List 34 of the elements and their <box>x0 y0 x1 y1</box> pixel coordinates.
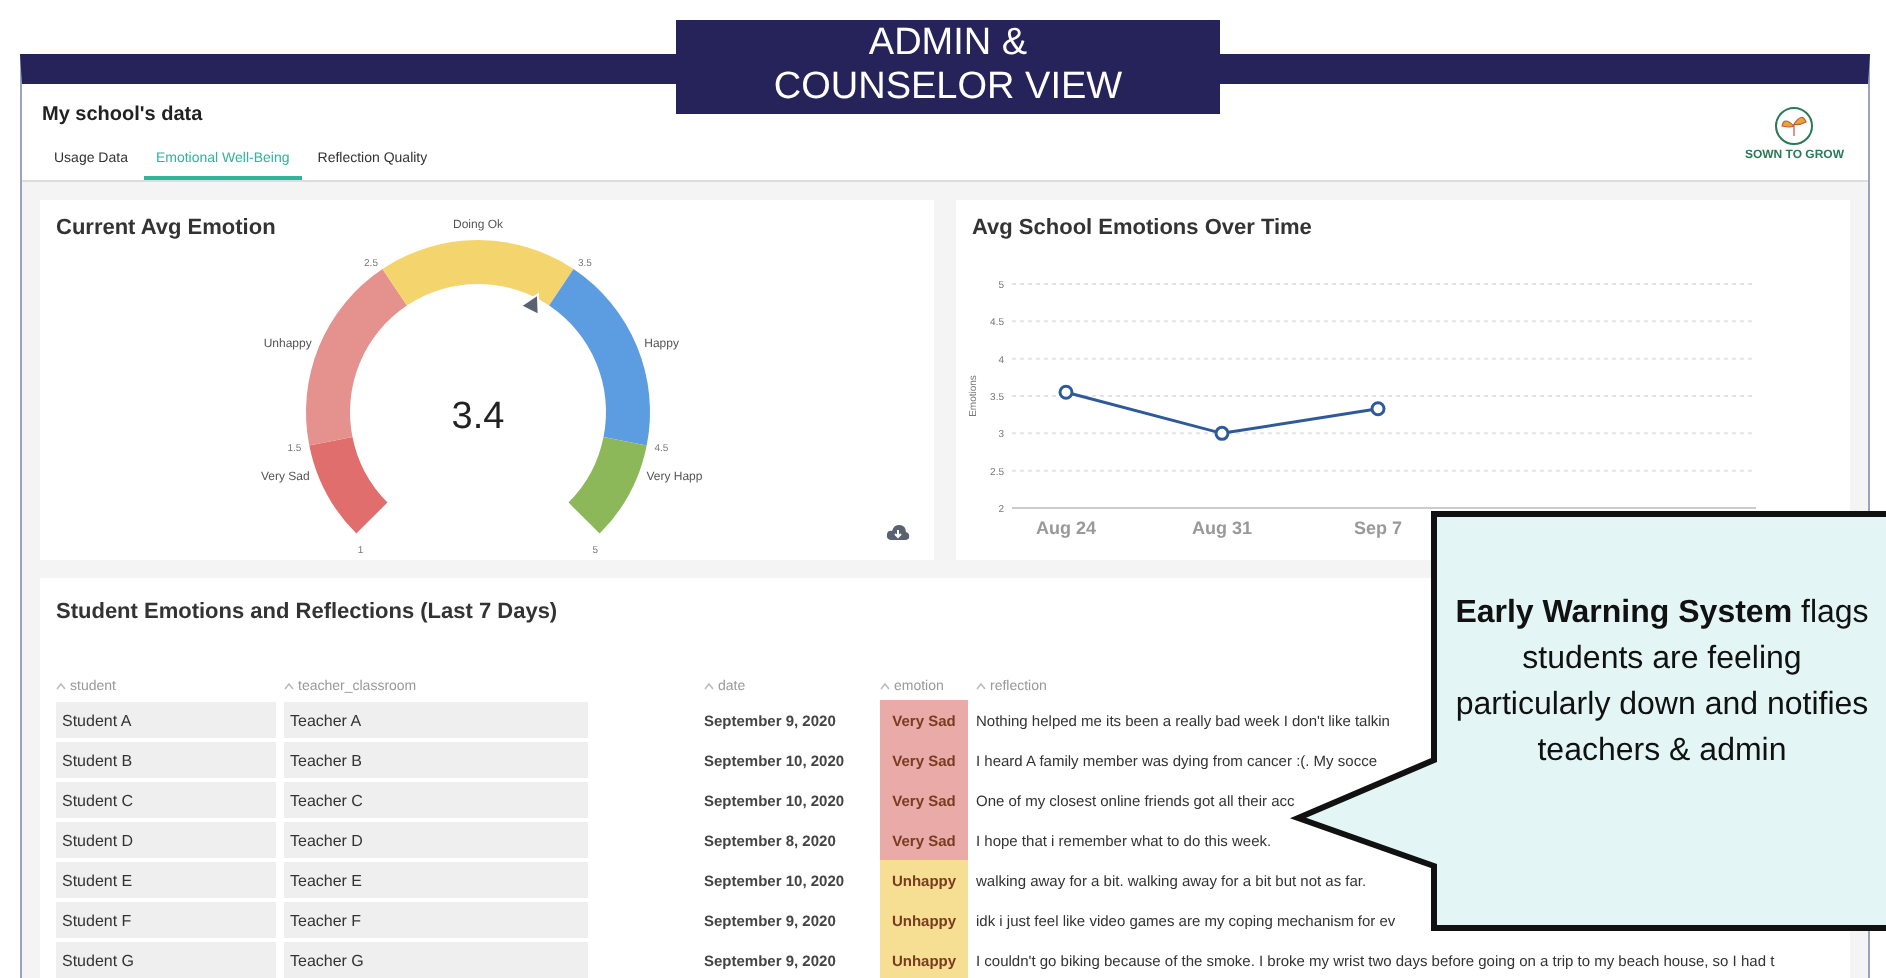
table-cell: Teacher E <box>284 862 588 898</box>
callout-text: Early Warning System flags students are feeling particularly down and notifies teachers & admin <box>1453 594 1871 772</box>
card-title: Current Avg Emotion <box>56 216 276 240</box>
x-tick-label: Sep 7 <box>1354 518 1402 538</box>
table-title: Student Emotions and Reflections (Last 7 Days) <box>56 598 558 628</box>
table-cell: Student D <box>56 822 276 858</box>
view-banner: ADMIN & COUNSELOR VIEW <box>676 20 1220 114</box>
table-cell: Student A <box>56 702 276 738</box>
data-point <box>1214 425 1230 441</box>
table-cell: Teacher G <box>284 942 588 978</box>
sort-caret-icon <box>284 682 294 690</box>
table-cell: Student C <box>56 782 276 818</box>
card-title: Avg School Emotions Over Time <box>972 216 1312 240</box>
gauge-value: 3.4 <box>451 396 505 438</box>
table-cell: Student E <box>56 862 276 898</box>
sort-caret-icon <box>880 682 890 690</box>
sprout-logo-icon <box>1774 106 1815 146</box>
table-cell: Student G <box>56 942 276 978</box>
data-point <box>1058 384 1074 400</box>
table-cell: Teacher B <box>284 742 588 778</box>
table-cell: Teacher F <box>284 902 588 938</box>
table-cell: Student B <box>56 742 276 778</box>
table-cell: Teacher A <box>284 702 588 738</box>
data-point <box>1370 401 1386 417</box>
x-tick-label: Aug 24 <box>1036 518 1096 538</box>
sort-caret-icon <box>976 682 986 690</box>
table-cell: Teacher C <box>284 782 588 818</box>
cloud-download-icon <box>886 522 910 542</box>
x-tick-label: Aug 31 <box>1192 518 1252 538</box>
sort-caret-icon <box>56 682 66 690</box>
page-title: My school's data <box>42 104 205 126</box>
table-cell: Student F <box>56 902 276 938</box>
sort-caret-icon <box>704 682 714 690</box>
table-cell: Teacher D <box>284 822 588 858</box>
